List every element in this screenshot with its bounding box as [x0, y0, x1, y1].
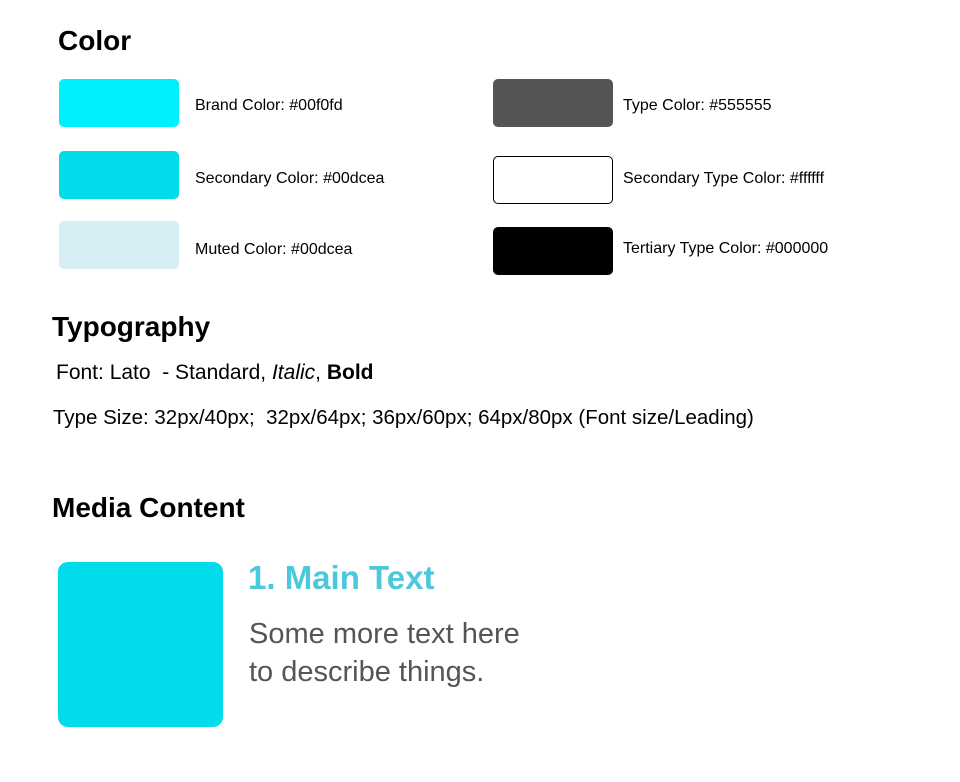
- type-color-swatch: [493, 79, 613, 127]
- media-title: 1. Main Text: [248, 559, 435, 596]
- media-thumbnail: [58, 562, 223, 727]
- muted-color-swatch: [59, 221, 179, 269]
- media-content-heading: Media Content: [52, 492, 245, 523]
- type-color-label: Type Color: #555555: [623, 97, 772, 114]
- media-description: Some more text here to describe things.: [249, 615, 520, 691]
- font-description-prefix: Font: Lato - Standard,: [56, 361, 272, 384]
- font-bold-sample: Bold: [326, 361, 374, 384]
- media-description-line-1: Some more text here: [249, 618, 520, 650]
- secondary-type-color-label: Secondary Type Color: #ffffff: [623, 170, 825, 187]
- brand-color-label: Brand Color: #00f0fd: [195, 97, 343, 114]
- secondary-color-label: Secondary Color: #00dcea: [195, 170, 385, 187]
- tertiary-type-color-label: Tertiary Type Color: #000000: [623, 240, 829, 257]
- brand-color-swatch: [59, 79, 179, 127]
- muted-color-label: Muted Color: #00dcea: [195, 241, 353, 258]
- font-separator: ,: [315, 361, 327, 384]
- secondary-color-swatch: [59, 151, 179, 199]
- tertiary-type-color-swatch: [493, 227, 613, 275]
- font-description: Font: Lato - Standard, Italic, Bold: [56, 360, 373, 386]
- typography-heading: Typography: [52, 311, 211, 342]
- secondary-type-color-swatch: [493, 156, 613, 204]
- type-size-description: Type Size: 32px/40px; 32px/64px; 36px/60…: [53, 406, 754, 429]
- font-italic-sample: Italic: [271, 361, 316, 384]
- color-heading: Color: [58, 25, 132, 56]
- media-description-line-2: to describe things.: [249, 656, 485, 688]
